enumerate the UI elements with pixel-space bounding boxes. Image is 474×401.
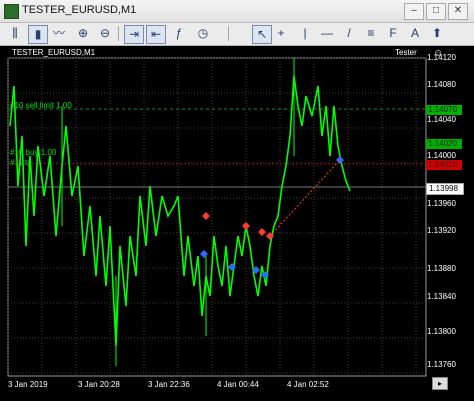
order-label: #10 sell limit 1.00 bbox=[10, 101, 72, 110]
price-tick: 1.14040 bbox=[427, 115, 456, 124]
title-bar: TESTER_EURUSD,M1 – □ ✕ bbox=[0, 0, 474, 23]
price-tick: 1.13840 bbox=[427, 292, 456, 301]
trendline-icon[interactable]: / bbox=[340, 25, 358, 42]
chart-scroll-button[interactable]: ▸ bbox=[432, 377, 448, 390]
text-icon[interactable]: A bbox=[406, 25, 424, 42]
time-tick: 3 Jan 22:36 bbox=[148, 380, 190, 389]
sell-marker bbox=[242, 222, 250, 230]
price-tick: 1.13960 bbox=[427, 199, 456, 208]
vertical-line-icon[interactable]: | bbox=[296, 25, 314, 42]
toolbar-separator bbox=[228, 26, 229, 41]
time-tick: 4 Jan 02:52 bbox=[287, 380, 329, 389]
chart-shift-icon[interactable]: ⇤ bbox=[146, 25, 166, 44]
price-line bbox=[9, 75, 351, 347]
sell-marker bbox=[258, 228, 266, 236]
bar-chart-icon[interactable]: ⫼ bbox=[6, 25, 24, 42]
periods-icon[interactable]: ◷ bbox=[194, 25, 212, 42]
order-label: #11 tp bbox=[10, 158, 32, 167]
time-tick: 4 Jan 00:44 bbox=[217, 380, 259, 389]
line-chart-icon[interactable]: 〰 bbox=[50, 25, 68, 42]
crosshair-icon[interactable]: + bbox=[272, 25, 290, 42]
price-axis: 1.14120 1.14080 1.14040 1.14000 1.13960 … bbox=[427, 46, 474, 376]
order-price-badge: 1.14070 bbox=[426, 105, 462, 115]
bid-price-badge: 1.13998 bbox=[426, 183, 464, 195]
sell-marker bbox=[202, 212, 210, 220]
chart-window-icon bbox=[4, 4, 19, 19]
chart-toolbar: ⫼ ▮ 〰 ⊕ ⊖ ⇥ ⇤ ƒ ◷ ↖ + | — / ≡ F A ⬆ bbox=[0, 23, 474, 46]
chart-title: TESTER_EURUSD,M1 bbox=[12, 48, 96, 57]
toolbar-separator bbox=[118, 26, 119, 41]
time-tick: 3 Jan 20:28 bbox=[78, 380, 120, 389]
indicators-icon[interactable]: ƒ bbox=[170, 25, 188, 42]
price-tick: 1.13760 bbox=[427, 360, 456, 369]
price-tick: 1.13800 bbox=[427, 327, 456, 336]
horizontal-line-icon[interactable]: — bbox=[318, 25, 336, 42]
order-price-badge: 1.14020 bbox=[426, 139, 462, 149]
price-tick: 1.14080 bbox=[427, 80, 456, 89]
time-tick: 3 Jan 2019 bbox=[8, 380, 48, 389]
order-label: #10 buy 1.00 bbox=[10, 148, 57, 157]
price-tick: 1.13920 bbox=[427, 226, 456, 235]
fibonacci-icon[interactable]: F bbox=[384, 25, 402, 42]
candlestick-icon[interactable]: ▮ bbox=[28, 25, 48, 44]
cursor-icon[interactable]: ↖ bbox=[252, 25, 272, 44]
buy-marker bbox=[200, 250, 208, 258]
order-price-badge: 1.14010 bbox=[426, 160, 462, 170]
zoom-out-icon[interactable]: ⊖ bbox=[96, 25, 114, 42]
zoom-in-icon[interactable]: ⊕ bbox=[74, 25, 92, 42]
price-chart[interactable]: TESTER_EURUSD,M1 Tester ☺ #10 sell limit… bbox=[0, 46, 474, 401]
channel-icon[interactable]: ≡ bbox=[362, 25, 380, 42]
price-tick: 1.14120 bbox=[427, 53, 456, 62]
price-tick: 1.13880 bbox=[427, 264, 456, 273]
minimize-button[interactable]: – bbox=[404, 3, 424, 20]
arrows-icon[interactable]: ⬆ bbox=[428, 25, 446, 42]
tester-label: Tester bbox=[395, 48, 417, 57]
chart-canvas bbox=[7, 57, 427, 377]
window-title: TESTER_EURUSD,M1 bbox=[22, 4, 137, 16]
auto-scroll-icon[interactable]: ⇥ bbox=[124, 25, 144, 44]
price-tick: 1.14000 bbox=[427, 151, 456, 160]
close-button[interactable]: ✕ bbox=[448, 3, 468, 20]
maximize-button[interactable]: □ bbox=[426, 3, 446, 20]
